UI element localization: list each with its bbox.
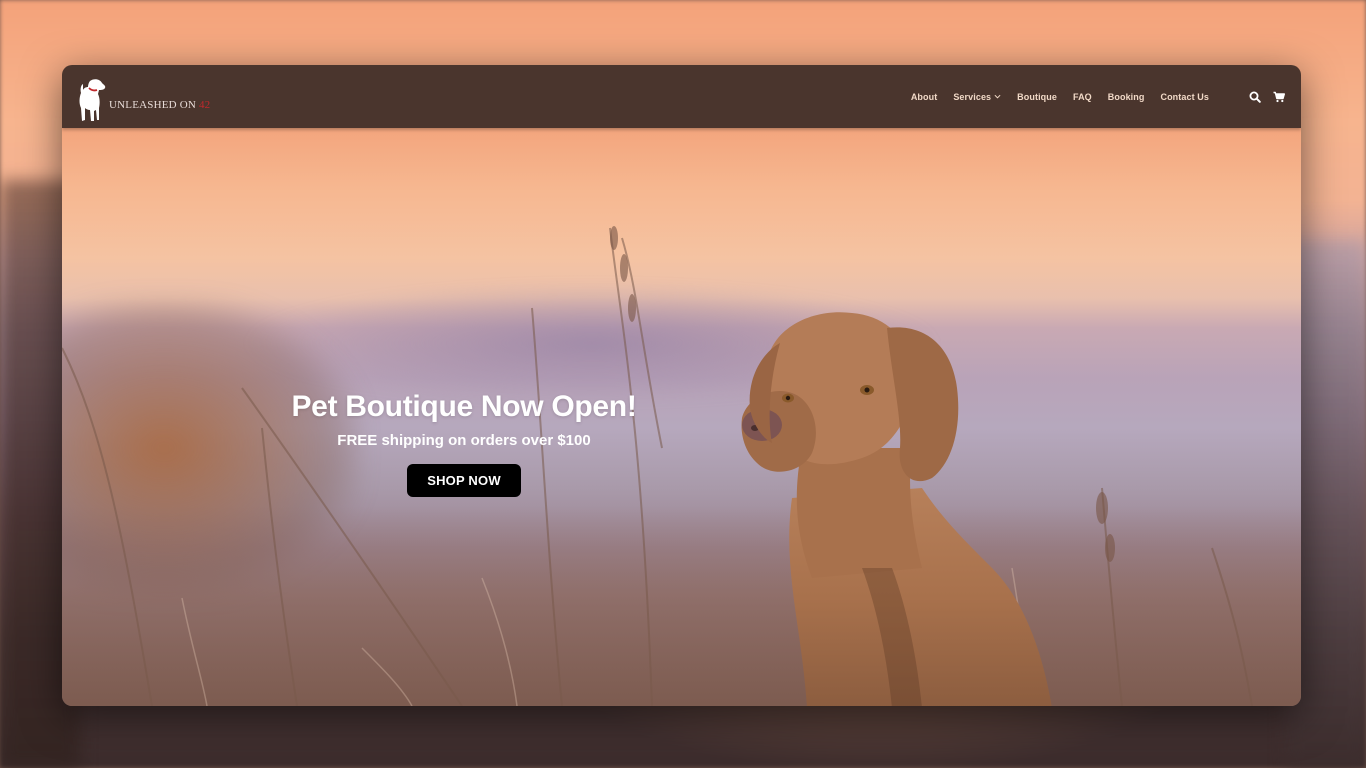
nav-item-boutique[interactable]: Boutique <box>1009 92 1065 102</box>
site-logo[interactable]: UNLEASHED ON 42 <box>77 78 210 124</box>
cart-icon[interactable] <box>1273 91 1285 103</box>
website-window: UNLEASHED ON 42 About Services Boutique … <box>62 65 1301 706</box>
hero-subtitle: FREE shipping on orders over $100 <box>337 432 591 449</box>
dog-logo-icon <box>79 79 106 121</box>
hero-content: Pet Boutique Now Open! FREE shipping on … <box>288 390 640 497</box>
hero-dog-image <box>741 312 1052 706</box>
logo-text-accent: 42 <box>198 98 211 111</box>
site-header: UNLEASHED ON 42 About Services Boutique … <box>62 65 1301 128</box>
nav-item-about[interactable]: About <box>903 92 946 102</box>
chevron-down-icon <box>994 94 1001 99</box>
hero-title: Pet Boutique Now Open! <box>291 390 637 423</box>
nav-item-booking[interactable]: Booking <box>1100 92 1153 102</box>
nav-item-services[interactable]: Services <box>945 92 1009 102</box>
header-icons <box>1249 65 1285 128</box>
shop-now-button[interactable]: SHOP NOW <box>407 464 521 497</box>
logo-text: UNLEASHED ON 42 <box>109 98 211 111</box>
main-nav: About Services Boutique FAQ Booking Cont… <box>903 65 1217 128</box>
hero-banner: Pet Boutique Now Open! FREE shipping on … <box>62 128 1301 706</box>
search-icon[interactable] <box>1249 91 1261 103</box>
nav-item-faq[interactable]: FAQ <box>1065 92 1100 102</box>
nav-item-contact-us[interactable]: Contact Us <box>1152 92 1217 102</box>
